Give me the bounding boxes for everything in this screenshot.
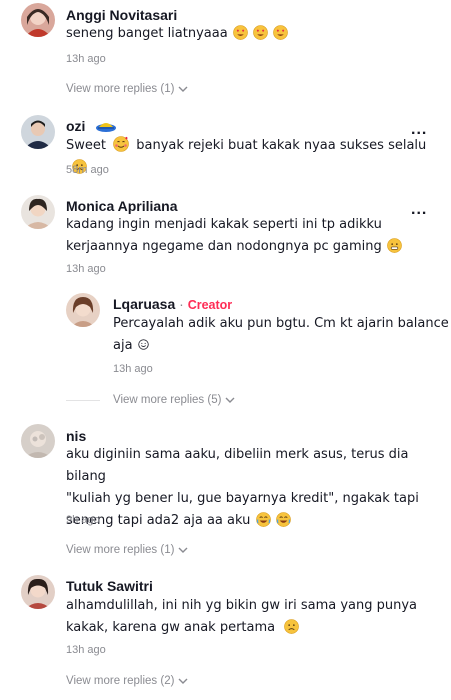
- chevron-down-icon: [178, 547, 188, 553]
- laughing-tears-emoji-icon: [255, 512, 271, 527]
- comment-timestamp: 9h ago: [66, 514, 100, 526]
- comment-text-body: seneng banget liatnyaaa: [66, 26, 228, 41]
- heart-face-emoji-icon: [113, 136, 129, 152]
- comment-text-line: kakak, karena gw anak pertama: [66, 617, 417, 639]
- comment-text: Sweet banyak rejeki buat kakak nyaa suks…: [66, 135, 451, 179]
- comment-text-line: kadang ingin menjadi kakak seperti ini t…: [66, 217, 382, 232]
- comment-text-body-2: banyak rejeki buat kakak nyaa sukses sel…: [136, 138, 427, 153]
- grimace-emoji-icon: [387, 238, 402, 253]
- comment-text-line: alhamdulillah, ini nih yg bikin gw iri s…: [66, 598, 418, 613]
- replies-divider: [66, 400, 100, 401]
- view-more-replies-label: View more replies (1): [66, 83, 175, 95]
- avatar[interactable]: [21, 115, 55, 149]
- chevron-down-icon: [178, 86, 188, 92]
- heart-eyes-emoji-icon: [273, 25, 288, 40]
- comment-timestamp: 13h ago: [66, 263, 106, 275]
- reply-text: Percayalah adik aku pun bgtu. Cm kt ajar…: [113, 313, 449, 357]
- avatar[interactable]: [21, 424, 55, 458]
- reply-text-line-body: aja: [113, 338, 133, 353]
- view-more-replies-button[interactable]: View more replies (1): [66, 83, 188, 95]
- creator-name[interactable]: Lqaruasa · Creator: [113, 296, 232, 312]
- comment-text: alhamdulillah, ini nih yg bikin gw iri s…: [66, 595, 417, 639]
- comment-timestamp: 13h ago: [66, 644, 106, 656]
- chevron-down-icon: [178, 678, 188, 684]
- smile-emoji-icon: [138, 336, 149, 350]
- avatar[interactable]: [66, 293, 100, 327]
- comment-text: aku diginiin sama aaku, dibeliin merk as…: [66, 444, 451, 532]
- comment-timestamp: 13h ago: [66, 53, 106, 65]
- comment-text-line-body: kakak, karena gw anak pertama: [66, 620, 276, 635]
- reply-text-line: Percayalah adik aku pun bgtu. Cm kt ajar…: [113, 316, 449, 331]
- avatar[interactable]: [21, 195, 55, 229]
- commenter-name[interactable]: Anggi Novitasari: [66, 7, 177, 23]
- comment-text-line: "kuliah yg bener lu, gue bayarnya kredit…: [66, 491, 419, 506]
- more-options-button[interactable]: ...: [411, 122, 427, 138]
- comment-text: seneng banget liatnyaaa: [66, 23, 288, 45]
- comment-text-body: Sweet: [66, 138, 106, 153]
- heart-eyes-emoji-icon: [253, 25, 268, 40]
- comment-text-line: aku diginiin sama aaku, dibeliin merk as…: [66, 447, 409, 484]
- separator-dot: ·: [179, 296, 184, 312]
- comment-text-line-body: kerjaannya ngegame dan nodongnya pc gami…: [66, 239, 382, 254]
- view-more-replies-label: View more replies (5): [113, 394, 222, 406]
- comment-text-line: kerjaannya ngegame dan nodongnya pc gami…: [66, 236, 402, 258]
- heart-eyes-emoji-icon: [233, 25, 248, 40]
- commenter-name[interactable]: Tutuk Sawitri: [66, 578, 153, 594]
- view-more-replies-label: View more replies (1): [66, 544, 175, 556]
- avatar[interactable]: [21, 575, 55, 609]
- comment-timestamp: 58m ago: [66, 164, 109, 176]
- view-more-replies-label: View more replies (2): [66, 675, 175, 687]
- comment-text: kadang ingin menjadi kakak seperti ini t…: [66, 214, 402, 258]
- sad-face-emoji-icon: [284, 619, 300, 634]
- more-options-button[interactable]: ...: [411, 202, 427, 218]
- view-more-replies-button[interactable]: View more replies (1): [66, 544, 188, 556]
- commenter-name[interactable]: ozi: [66, 118, 117, 134]
- chevron-down-icon: [225, 397, 235, 403]
- avatar[interactable]: [21, 3, 55, 37]
- commenter-name[interactable]: nis: [66, 428, 86, 444]
- view-more-replies-button[interactable]: View more replies (2): [66, 675, 188, 687]
- reply-timestamp: 13h ago: [113, 363, 153, 375]
- cap-badge-icon: [96, 123, 117, 132]
- creator-badge: Creator: [187, 298, 233, 312]
- commenter-name-label: ozi: [66, 118, 86, 134]
- reply-text-line: aja: [113, 335, 449, 357]
- comment-text-line: seneng tapi ada2 aja aa aku: [66, 510, 451, 532]
- creator-name-label: Lqaruasa: [113, 296, 176, 312]
- commenter-name[interactable]: Monica Apriliana: [66, 198, 178, 214]
- view-more-replies-button[interactable]: View more replies (5): [113, 394, 235, 406]
- laughing-tears-emoji-icon: [275, 512, 291, 527]
